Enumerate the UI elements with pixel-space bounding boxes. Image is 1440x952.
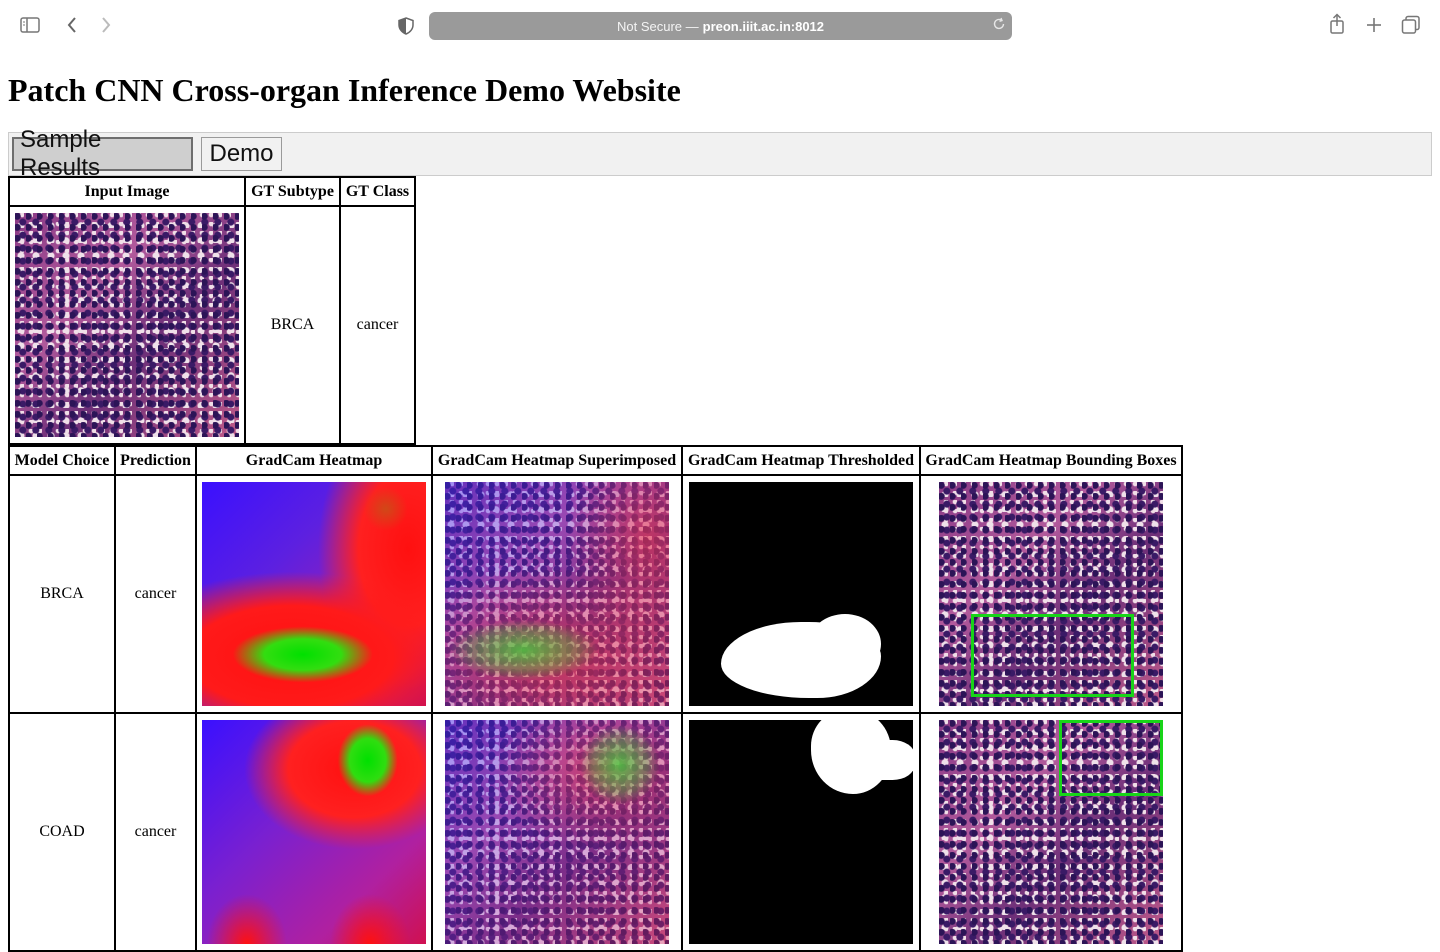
header-prediction: Prediction (115, 446, 196, 475)
header-gradcam-heatmap: GradCam Heatmap (196, 446, 432, 475)
header-input-image: Input Image (9, 177, 245, 206)
page-title: Patch CNN Cross-organ Inference Demo Web… (8, 72, 681, 108)
table-row: COAD cancer (9, 713, 1182, 951)
tab-bar: Sample Results Demo (8, 126, 1432, 181)
thresholded-cell (682, 713, 920, 951)
address-host: preon.iiit.ac.in:8012 (702, 18, 825, 34)
header-gt-class: GT Class (340, 177, 415, 206)
gradcam-heatmap-image (202, 482, 426, 706)
header-gradcam-superimposed: GradCam Heatmap Superimposed (432, 446, 682, 475)
gradcam-bounding-boxes-image (939, 482, 1163, 706)
shield-icon[interactable] (396, 16, 416, 36)
reload-icon[interactable] (992, 17, 1006, 34)
tabs-overview-icon[interactable] (1401, 15, 1421, 35)
gradcam-superimposed-image (445, 720, 669, 944)
prediction: cancer (115, 475, 196, 713)
sidebar-icon[interactable] (20, 15, 40, 35)
bounding-boxes-cell (920, 475, 1182, 713)
bounding-box (971, 614, 1134, 697)
input-image (15, 213, 239, 437)
table-row: BRCA cancer (9, 475, 1182, 713)
gradcam-thresholded-image (689, 482, 913, 706)
gradcam-thresholded-image (689, 720, 913, 944)
thresholded-cell (682, 475, 920, 713)
bounding-boxes-cell (920, 713, 1182, 951)
heatmap-cell (196, 713, 432, 951)
bounding-box (1059, 720, 1163, 796)
results-table: Model Choice Prediction GradCam Heatmap … (8, 445, 1183, 952)
address-prefix: Not Secure — (616, 18, 699, 34)
browser-toolbar: Not Secure — preon.iiit.ac.in:8012 (0, 0, 1440, 52)
header-gradcam-bounding-boxes: GradCam Heatmap Bounding Boxes (920, 446, 1182, 475)
header-gradcam-thresholded: GradCam Heatmap Thresholded (682, 446, 920, 475)
prediction: cancer (115, 713, 196, 951)
gradcam-heatmap-image (202, 720, 426, 944)
gradcam-superimposed-image (445, 482, 669, 706)
gradcam-bounding-boxes-image (939, 720, 1163, 944)
superimposed-cell (432, 475, 682, 713)
gt-class: cancer (340, 206, 415, 444)
input-image-cell (9, 206, 245, 444)
superimposed-cell (432, 713, 682, 951)
forward-icon[interactable] (96, 15, 116, 35)
model-choice: COAD (9, 713, 115, 951)
back-icon[interactable] (62, 15, 82, 35)
model-choice: BRCA (9, 475, 115, 713)
share-icon[interactable] (1327, 13, 1347, 34)
header-gt-subtype: GT Subtype (245, 177, 340, 206)
new-tab-icon[interactable] (1364, 15, 1384, 35)
input-table: Input Image GT Subtype GT Class BRCA can… (8, 176, 416, 445)
heatmap-cell (196, 475, 432, 713)
tab-demo[interactable]: Demo (201, 137, 282, 171)
address-bar[interactable]: Not Secure — preon.iiit.ac.in:8012 (429, 12, 1012, 40)
header-model-choice: Model Choice (9, 446, 115, 475)
gt-subtype: BRCA (245, 206, 340, 444)
tab-sample-results[interactable]: Sample Results (12, 126, 193, 181)
